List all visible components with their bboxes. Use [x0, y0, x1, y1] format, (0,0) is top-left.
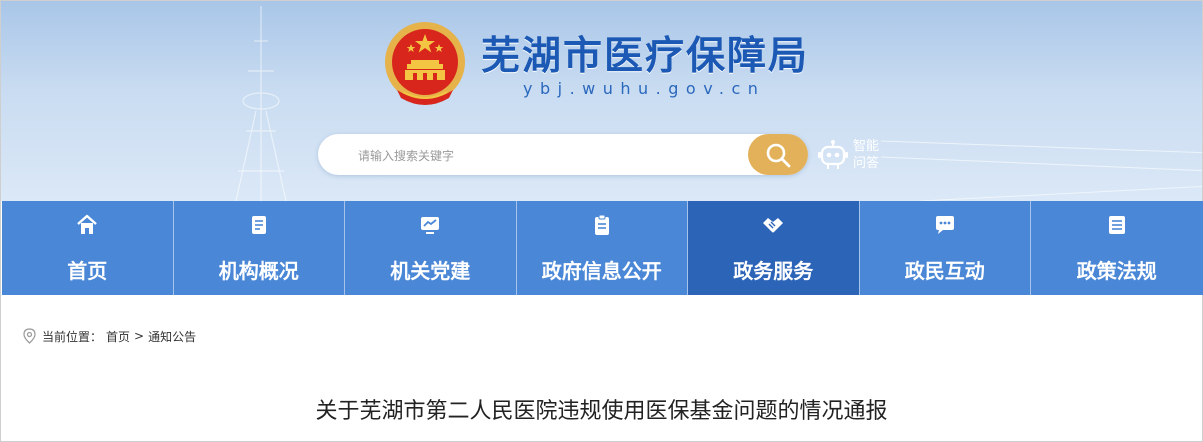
nav-item-policies[interactable]: 政策法规	[1031, 201, 1203, 295]
breadcrumb-separator: >	[134, 329, 145, 343]
nav-item-home[interactable]: 首页	[2, 201, 174, 295]
smart-qa-label-line1: 智能	[853, 139, 880, 154]
monitor-chart-icon	[421, 217, 440, 234]
clipboard-icon	[594, 214, 609, 235]
breadcrumb-prefix: 当前位置：	[42, 329, 103, 344]
robot-assistant-icon[interactable]	[817, 139, 849, 171]
nav-item-about[interactable]: 机构概况	[174, 201, 345, 295]
breadcrumb-home-link[interactable]: 首页	[106, 328, 130, 345]
nav-item-label: 政策法规	[1076, 259, 1157, 283]
nav-item-services[interactable]: 政务服务	[688, 201, 860, 295]
search-input[interactable]	[356, 134, 740, 177]
nav-item-label: 首页	[67, 259, 108, 283]
chat-icon	[935, 216, 954, 234]
search-button[interactable]	[748, 134, 808, 175]
search-box	[318, 134, 808, 177]
smart-qa-label-line2: 问答	[853, 156, 880, 171]
handshake-icon	[763, 218, 784, 233]
search-icon	[766, 143, 791, 168]
site-header: 芜湖市医疗保障局 ybj.wuhu.gov.cn 智能 问答	[1, 1, 1202, 201]
nav-item-interaction[interactable]: 政民互动	[860, 201, 1031, 295]
list-document-icon	[1108, 216, 1125, 234]
document-icon	[251, 216, 266, 234]
nav-item-label: 机构概况	[218, 259, 299, 283]
nav-item-info-disclosure[interactable]: 政府信息公开	[517, 201, 688, 295]
nav-item-label: 机关党建	[390, 259, 471, 283]
breadcrumb-current-link[interactable]: 通知公告	[148, 328, 196, 345]
nav-item-label: 政府信息公开	[541, 259, 662, 283]
nav-item-label: 政民互动	[904, 259, 985, 283]
tv-tower-decoration	[235, 6, 287, 201]
location-pin-icon	[23, 328, 36, 344]
breadcrumb: 当前位置： 首页 > 通知公告	[23, 327, 200, 345]
site-name: 芜湖市医疗保障局	[481, 34, 810, 79]
main-nav: 首页 机构概况 机关党建 政府信息公开 政务服务 政民互动 政策法规	[2, 201, 1203, 295]
national-emblem-logo	[385, 22, 465, 105]
nav-item-party[interactable]: 机关党建	[345, 201, 517, 295]
nav-item-label: 政务服务	[733, 259, 814, 283]
article-title: 关于芜湖市第二人民医院违规使用医保基金问题的情况通报	[315, 399, 888, 424]
home-icon	[77, 214, 98, 234]
site-domain: ybj.wuhu.gov.cn	[523, 79, 766, 98]
power-lines-decoration	[881, 140, 1202, 201]
smart-qa-link[interactable]: 智能 问答	[853, 138, 883, 172]
